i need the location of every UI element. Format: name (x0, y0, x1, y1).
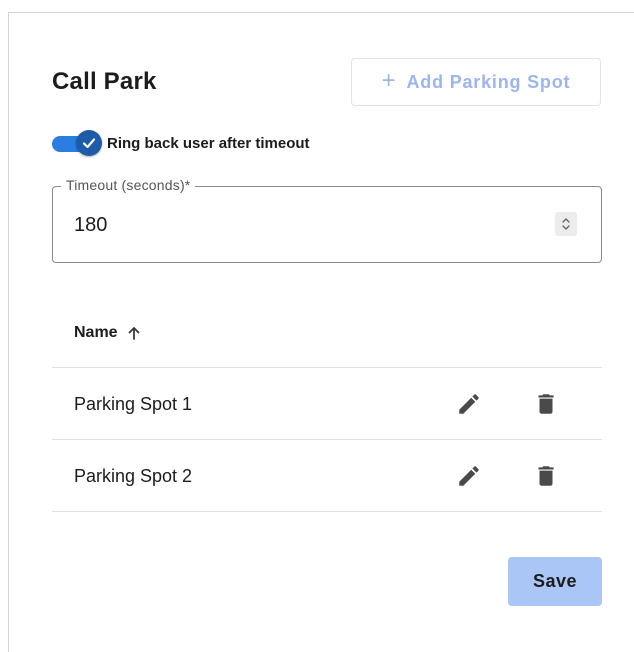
timeout-field[interactable]: Timeout (seconds)* (52, 177, 602, 263)
ring-back-toggle[interactable] (52, 130, 102, 156)
toggle-thumb (76, 130, 102, 156)
table-row: Parking Spot 1 (52, 368, 602, 440)
save-button[interactable]: Save (508, 557, 602, 606)
parking-spots-table: Name Parking Spot 1 Parking Spot 2 (52, 298, 602, 512)
delete-icon[interactable] (533, 391, 559, 417)
arrow-up-icon[interactable] (127, 325, 141, 341)
plus-icon: + (381, 67, 397, 94)
delete-icon[interactable] (533, 463, 559, 489)
table-header: Name (52, 298, 602, 368)
parking-spot-name: Parking Spot 2 (74, 466, 193, 486)
parking-spot-name: Parking Spot 1 (74, 394, 193, 414)
add-parking-spot-button[interactable]: + Add Parking Spot (351, 58, 601, 106)
add-parking-spot-label: Add Parking Spot (406, 71, 571, 92)
table-row: Parking Spot 2 (52, 440, 602, 512)
number-spinner[interactable] (555, 212, 577, 236)
timeout-input[interactable] (74, 214, 474, 237)
ring-back-label: Ring back user after timeout (107, 135, 310, 152)
edit-icon[interactable] (456, 391, 482, 417)
edit-icon[interactable] (456, 463, 482, 489)
page-title: Call Park (52, 68, 157, 95)
check-icon (82, 138, 96, 149)
column-header-name[interactable]: Name (74, 324, 118, 342)
spinner-arrows-icon (562, 218, 570, 230)
timeout-label: Timeout (seconds)* (61, 177, 196, 193)
